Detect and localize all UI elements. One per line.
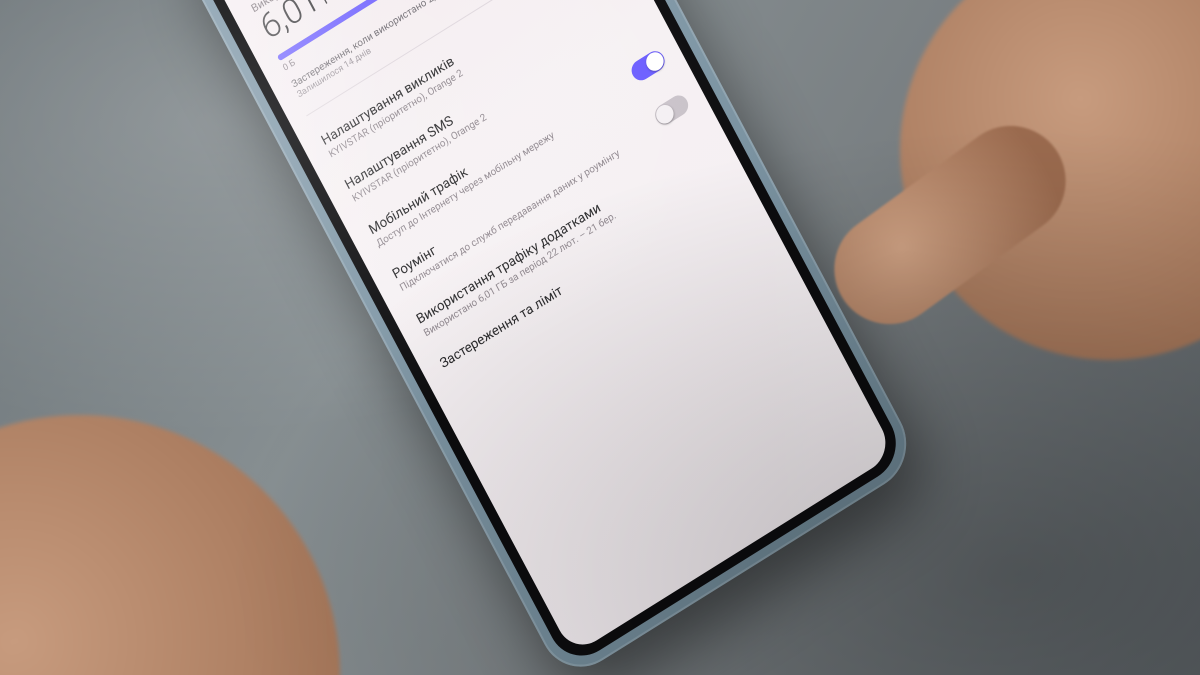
usage-number: 6,01 — [255, 0, 325, 47]
toggle-knob — [653, 102, 677, 127]
roaming-toggle[interactable] — [652, 92, 692, 129]
row-call-settings[interactable]: Налаштування викликів KYIVSTAR (пріорите… — [297, 0, 643, 181]
row-subtitle: Підключатися до служб передавання даних … — [398, 129, 653, 296]
row-subtitle: KYIVSTAR (пріоритетно), Orange 2 — [327, 0, 582, 161]
hand-left — [0, 347, 408, 675]
page-subheader: Використання мобільних даних — [221, 0, 549, 6]
divider — [306, 0, 598, 116]
row-title: Застереження та ліміт — [437, 202, 694, 372]
mobile-data-toggle[interactable] — [628, 47, 668, 84]
row-title: Мобільний трафік — [366, 68, 623, 238]
usage-label: Використано: — [249, 0, 543, 15]
usage-warning-sub: Залишилося 14 днів — [296, 0, 589, 100]
phone: 15:29 KYIVSTAR — [170, 0, 921, 675]
row-app-usage[interactable]: Використання трафіку додатками Використа… — [392, 114, 738, 360]
screen-glare — [196, 0, 895, 655]
row-mobile-data[interactable]: Мобільний трафік Доступ до Інтернету чер… — [344, 24, 690, 270]
usage-progress-bar — [277, 0, 568, 61]
hand-right — [853, 0, 1200, 407]
row-subtitle: Використано 6,01 ГБ за період 22 лют. – … — [422, 173, 677, 340]
usage-progress-fill — [277, 0, 568, 61]
row-roaming[interactable]: Роумінг Підключатися до служб передаванн… — [368, 69, 714, 315]
row-title: Налаштування викликів — [319, 0, 576, 149]
data-usage-block: Використано: 6,01 ГБ 0 Б 6,01 ГБ — [227, 0, 607, 114]
phone-bezel: 15:29 KYIVSTAR — [183, 0, 908, 669]
usage-unit: ГБ — [320, 0, 341, 8]
row-limit[interactable]: Застереження та ліміт — [416, 158, 755, 391]
photo-background: 15:29 KYIVSTAR — [0, 0, 1200, 675]
row-sms-settings[interactable]: Налаштування SMS KYIVSTAR (пріоритетно),… — [321, 0, 667, 226]
row-title: Налаштування SMS — [342, 23, 599, 193]
usage-warning-text: Застереження, коли використано 2,00 ГБ т… — [290, 0, 491, 90]
toggle-knob — [643, 49, 667, 74]
phone-case: 15:29 KYIVSTAR — [170, 0, 921, 675]
hand-thumb — [812, 104, 1087, 346]
usage-bar-min: 0 Б — [281, 58, 297, 74]
usage-bar-labels: 0 Б 6,01 ГБ — [281, 0, 574, 73]
usage-amount: 6,01 ГБ — [255, 0, 560, 47]
row-title: Роумінг — [390, 113, 647, 283]
usage-warning: Застереження, коли використано 2,00 ГБ т… — [290, 0, 589, 100]
row-subtitle: KYIVSTAR (пріоритетно), Orange 2 — [351, 39, 606, 206]
row-subtitle: Доступ до Інтернету через мобільну мереж… — [375, 84, 630, 251]
row-title: Використання трафіку додатками — [414, 157, 671, 327]
phone-screen: 15:29 KYIVSTAR — [196, 0, 895, 655]
